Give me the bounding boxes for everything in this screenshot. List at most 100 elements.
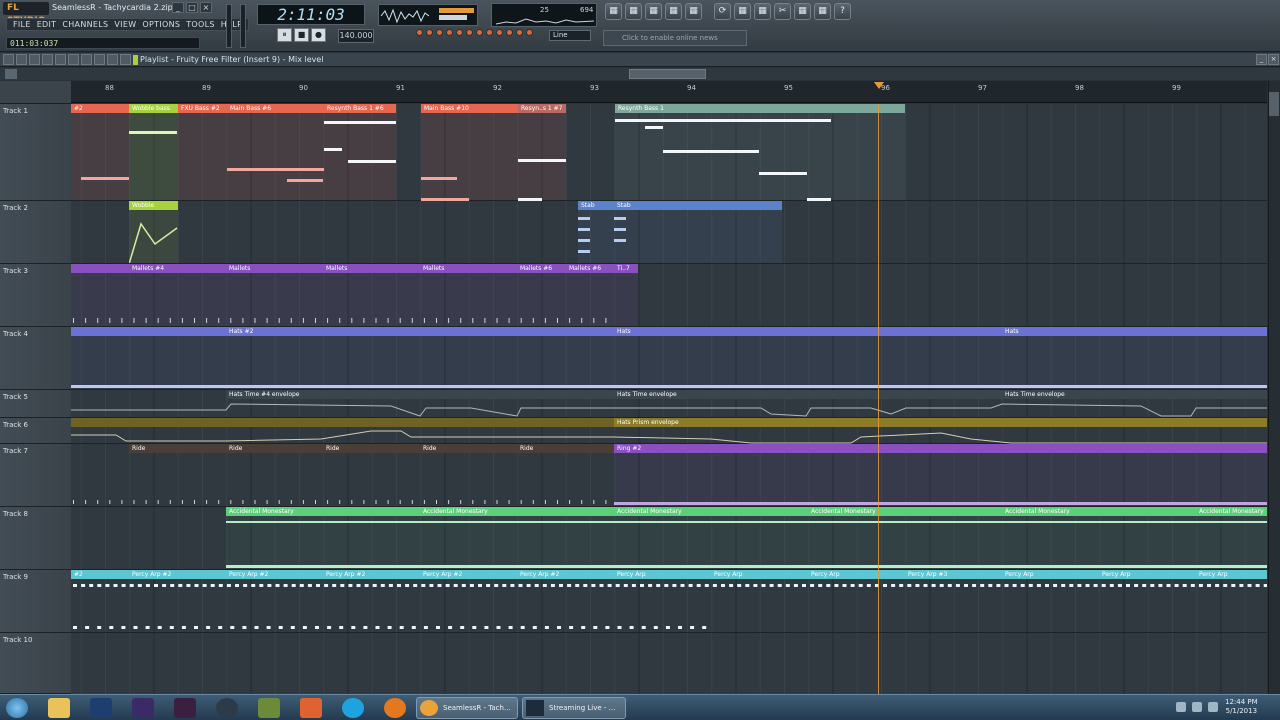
playlist-close-button[interactable]: ×: [1268, 54, 1279, 65]
pattern-clip[interactable]: Ti..7: [614, 264, 638, 326]
lane-track-8[interactable]: Accidental Monestary Accidental Monestar…: [71, 507, 1267, 570]
cut-icon[interactable]: ✂: [774, 3, 791, 20]
pattern-clip[interactable]: Accidental Monestary: [808, 507, 1002, 569]
menu-channels[interactable]: CHANNELS: [59, 20, 111, 29]
master-pitch-slider[interactable]: [240, 4, 246, 48]
after-effects-icon[interactable]: [132, 698, 154, 718]
lane-track-3[interactable]: Mallets #4 Mallets Mallets Mallets Malle…: [71, 264, 1267, 327]
plugin-icon[interactable]: ▦: [794, 3, 811, 20]
track-header-7[interactable]: Track 7: [0, 444, 71, 507]
pattern-clip[interactable]: Hats: [1002, 327, 1267, 389]
delete-tool-icon[interactable]: [55, 54, 66, 65]
pattern-clip[interactable]: Percy Arp: [1099, 570, 1196, 632]
pattern-clip[interactable]: Ride: [420, 444, 517, 506]
render-icon[interactable]: ▦: [754, 3, 771, 20]
pattern-clip[interactable]: Ring #2: [614, 444, 1267, 506]
pattern-clip[interactable]: Main Bass #6: [227, 104, 324, 200]
led-icon[interactable]: [426, 29, 433, 36]
piano-roll-icon[interactable]: ▦: [625, 3, 642, 20]
lane-track-7[interactable]: Ride Ride Ride Ride Ride Ring #2: [71, 444, 1267, 507]
taskbar-fl-studio[interactable]: SeamlessR - Tach...: [416, 697, 518, 719]
pattern-clip[interactable]: Mallets #6: [566, 264, 614, 326]
pattern-clip[interactable]: Ride: [226, 444, 323, 506]
menu-file[interactable]: FILE: [10, 20, 34, 29]
network-icon[interactable]: [1176, 702, 1186, 712]
zoom-tool-icon[interactable]: [107, 54, 118, 65]
snap-mode-select[interactable]: Line: [549, 30, 591, 41]
pattern-clip[interactable]: Resynth Bass 1 #6: [324, 104, 396, 200]
lane-track-10[interactable]: [71, 633, 1267, 694]
paint-tool-icon[interactable]: [42, 54, 53, 65]
tempo-display[interactable]: 140.000: [338, 29, 374, 43]
pattern-clip[interactable]: Mallets: [226, 264, 323, 326]
pattern-clip[interactable]: Percy Arp: [808, 570, 905, 632]
led-icon[interactable]: [516, 29, 523, 36]
led-icon[interactable]: [416, 29, 423, 36]
lane-track-4[interactable]: Hats #2 Hats Hats: [71, 327, 1267, 390]
pattern-clip[interactable]: Accidental Monestary: [1196, 507, 1267, 569]
browser-icon[interactable]: ▦: [685, 3, 702, 20]
save-icon[interactable]: ▦: [734, 3, 751, 20]
start-button-icon[interactable]: [6, 698, 28, 718]
close-button[interactable]: ×: [200, 2, 212, 13]
led-icon[interactable]: [496, 29, 503, 36]
settings-icon[interactable]: ▦: [814, 3, 831, 20]
led-icon[interactable]: [436, 29, 443, 36]
timeline-ruler[interactable]: 88 89 90 91 92 93 94 95 96 97 98 99: [71, 81, 1267, 103]
playlist-icon[interactable]: ▦: [605, 3, 622, 20]
pattern-clip[interactable]: Mallets #6: [517, 264, 566, 326]
pattern-clip[interactable]: Accidental Monestary: [614, 507, 808, 569]
minecraft-icon[interactable]: [258, 698, 280, 718]
pattern-clip[interactable]: Stab: [614, 201, 782, 263]
menu-arrow-icon[interactable]: [3, 54, 14, 65]
pattern-clip[interactable]: Ride: [129, 444, 226, 506]
pattern-clip[interactable]: [71, 327, 226, 389]
playback-tool-icon[interactable]: [120, 54, 131, 65]
lane-track-2[interactable]: Wobble Stab Stab: [71, 201, 1267, 264]
office-icon[interactable]: [300, 698, 322, 718]
pattern-clip[interactable]: Resyn..s 1 #7: [518, 104, 566, 200]
track-header-9[interactable]: Track 9: [0, 570, 71, 633]
pattern-clip[interactable]: Hats: [614, 327, 1002, 389]
pause-button[interactable]: ⏸: [277, 28, 292, 42]
pattern-clip[interactable]: Percy Arp: [1196, 570, 1267, 632]
mixer-icon[interactable]: ▦: [665, 3, 682, 20]
track-header-6[interactable]: Track 6: [0, 418, 71, 444]
led-icon[interactable]: [476, 29, 483, 36]
pattern-clip[interactable]: Percy Arp: [1002, 570, 1099, 632]
snap-toggle-icon[interactable]: [5, 69, 17, 79]
pattern-clip[interactable]: Wobble: [129, 201, 178, 263]
help-icon[interactable]: ?: [834, 3, 851, 20]
track-header-8[interactable]: Track 8: [0, 507, 71, 570]
flag-icon[interactable]: [1208, 702, 1218, 712]
pattern-clip[interactable]: Accidental Monestary: [420, 507, 614, 569]
pattern-clip[interactable]: Mallets: [420, 264, 517, 326]
pattern-clip[interactable]: [71, 264, 129, 326]
track-header-1[interactable]: Track 1: [0, 104, 71, 201]
pattern-clip[interactable]: Percy Arp #3: [905, 570, 1002, 632]
master-volume-slider[interactable]: [226, 4, 232, 48]
menu-options[interactable]: OPTIONS: [139, 20, 183, 29]
file-explorer-icon[interactable]: [48, 698, 70, 718]
pattern-clip[interactable]: Accidental Monestary: [1002, 507, 1196, 569]
stop-button[interactable]: ■: [294, 28, 309, 42]
track-header-4[interactable]: Track 4: [0, 327, 71, 390]
pattern-clip[interactable]: Ride: [323, 444, 420, 506]
playhead-marker-icon[interactable]: [874, 82, 884, 89]
led-icon[interactable]: [446, 29, 453, 36]
steam-icon[interactable]: [216, 698, 238, 718]
led-icon[interactable]: [456, 29, 463, 36]
pattern-clip[interactable]: Main Bass #10: [421, 104, 518, 200]
photoshop-icon[interactable]: [90, 698, 112, 718]
lane-track-5[interactable]: Hats Time #4 envelope Hats Time envelope…: [71, 390, 1267, 418]
undo-icon[interactable]: ⟳: [714, 3, 731, 20]
slice-tool-icon[interactable]: [81, 54, 92, 65]
vertical-scroll-thumb[interactable]: [1269, 92, 1279, 116]
vertical-scrollbar[interactable]: [1268, 81, 1280, 694]
taskbar-streaming[interactable]: Streaming Live - ...: [522, 697, 626, 719]
skype-icon[interactable]: [342, 698, 364, 718]
led-icon[interactable]: [486, 29, 493, 36]
firefox-icon[interactable]: [384, 698, 406, 718]
pattern-clip[interactable]: Accidental Monestary: [226, 507, 420, 569]
pattern-clip[interactable]: #2: [71, 104, 129, 200]
